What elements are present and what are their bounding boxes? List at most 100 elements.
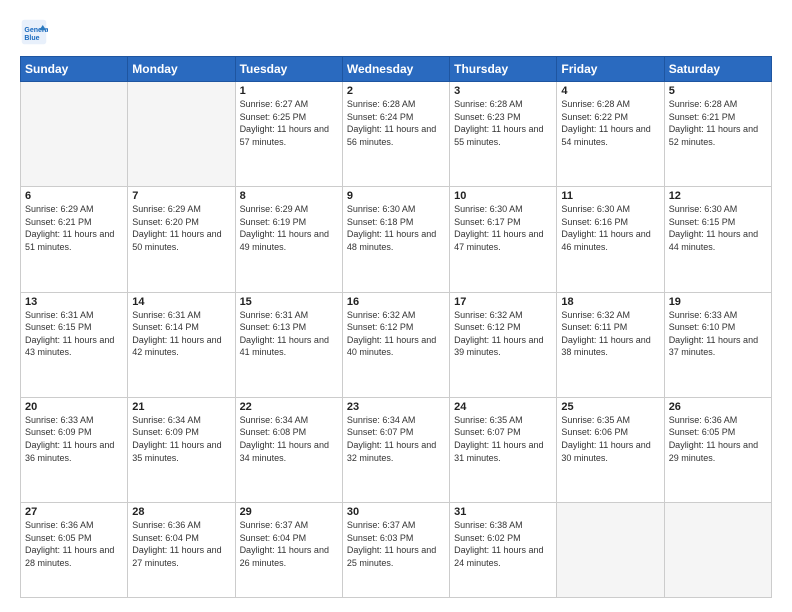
day-info: Sunrise: 6:28 AM Sunset: 6:21 PM Dayligh…	[669, 98, 767, 148]
weekday-header-sunday: Sunday	[21, 57, 128, 82]
calendar-week-row: 27Sunrise: 6:36 AM Sunset: 6:05 PM Dayli…	[21, 503, 772, 598]
calendar-cell: 7Sunrise: 6:29 AM Sunset: 6:20 PM Daylig…	[128, 187, 235, 292]
day-number: 12	[669, 190, 767, 202]
day-number: 28	[132, 506, 230, 518]
day-number: 26	[669, 401, 767, 413]
weekday-header-thursday: Thursday	[450, 57, 557, 82]
calendar-cell: 22Sunrise: 6:34 AM Sunset: 6:08 PM Dayli…	[235, 397, 342, 502]
day-info: Sunrise: 6:32 AM Sunset: 6:12 PM Dayligh…	[347, 309, 445, 359]
calendar-cell	[664, 503, 771, 598]
day-info: Sunrise: 6:35 AM Sunset: 6:06 PM Dayligh…	[561, 414, 659, 464]
day-number: 21	[132, 401, 230, 413]
day-info: Sunrise: 6:36 AM Sunset: 6:04 PM Dayligh…	[132, 519, 230, 569]
day-number: 17	[454, 296, 552, 308]
calendar-cell: 9Sunrise: 6:30 AM Sunset: 6:18 PM Daylig…	[342, 187, 449, 292]
day-info: Sunrise: 6:28 AM Sunset: 6:24 PM Dayligh…	[347, 98, 445, 148]
calendar-cell: 10Sunrise: 6:30 AM Sunset: 6:17 PM Dayli…	[450, 187, 557, 292]
day-info: Sunrise: 6:38 AM Sunset: 6:02 PM Dayligh…	[454, 519, 552, 569]
calendar-cell: 1Sunrise: 6:27 AM Sunset: 6:25 PM Daylig…	[235, 82, 342, 187]
calendar-cell: 30Sunrise: 6:37 AM Sunset: 6:03 PM Dayli…	[342, 503, 449, 598]
calendar-cell: 23Sunrise: 6:34 AM Sunset: 6:07 PM Dayli…	[342, 397, 449, 502]
day-number: 24	[454, 401, 552, 413]
day-number: 13	[25, 296, 123, 308]
day-number: 22	[240, 401, 338, 413]
day-info: Sunrise: 6:36 AM Sunset: 6:05 PM Dayligh…	[25, 519, 123, 569]
day-number: 6	[25, 190, 123, 202]
day-number: 3	[454, 85, 552, 97]
day-number: 11	[561, 190, 659, 202]
weekday-header-row: SundayMondayTuesdayWednesdayThursdayFrid…	[21, 57, 772, 82]
calendar-table: SundayMondayTuesdayWednesdayThursdayFrid…	[20, 56, 772, 598]
day-number: 18	[561, 296, 659, 308]
day-info: Sunrise: 6:29 AM Sunset: 6:20 PM Dayligh…	[132, 203, 230, 253]
day-info: Sunrise: 6:36 AM Sunset: 6:05 PM Dayligh…	[669, 414, 767, 464]
weekday-header-tuesday: Tuesday	[235, 57, 342, 82]
day-info: Sunrise: 6:30 AM Sunset: 6:17 PM Dayligh…	[454, 203, 552, 253]
day-info: Sunrise: 6:27 AM Sunset: 6:25 PM Dayligh…	[240, 98, 338, 148]
calendar-cell: 28Sunrise: 6:36 AM Sunset: 6:04 PM Dayli…	[128, 503, 235, 598]
day-number: 20	[25, 401, 123, 413]
day-number: 30	[347, 506, 445, 518]
calendar-cell: 27Sunrise: 6:36 AM Sunset: 6:05 PM Dayli…	[21, 503, 128, 598]
calendar-cell	[128, 82, 235, 187]
calendar-week-row: 20Sunrise: 6:33 AM Sunset: 6:09 PM Dayli…	[21, 397, 772, 502]
day-number: 9	[347, 190, 445, 202]
day-info: Sunrise: 6:30 AM Sunset: 6:18 PM Dayligh…	[347, 203, 445, 253]
calendar-cell	[557, 503, 664, 598]
calendar-week-row: 13Sunrise: 6:31 AM Sunset: 6:15 PM Dayli…	[21, 292, 772, 397]
calendar-week-row: 6Sunrise: 6:29 AM Sunset: 6:21 PM Daylig…	[21, 187, 772, 292]
day-info: Sunrise: 6:28 AM Sunset: 6:23 PM Dayligh…	[454, 98, 552, 148]
calendar-cell: 6Sunrise: 6:29 AM Sunset: 6:21 PM Daylig…	[21, 187, 128, 292]
calendar-cell: 5Sunrise: 6:28 AM Sunset: 6:21 PM Daylig…	[664, 82, 771, 187]
day-info: Sunrise: 6:34 AM Sunset: 6:08 PM Dayligh…	[240, 414, 338, 464]
day-number: 31	[454, 506, 552, 518]
calendar-cell	[21, 82, 128, 187]
day-number: 29	[240, 506, 338, 518]
calendar-cell: 2Sunrise: 6:28 AM Sunset: 6:24 PM Daylig…	[342, 82, 449, 187]
day-info: Sunrise: 6:37 AM Sunset: 6:04 PM Dayligh…	[240, 519, 338, 569]
header: General Blue	[20, 18, 772, 46]
calendar-cell: 8Sunrise: 6:29 AM Sunset: 6:19 PM Daylig…	[235, 187, 342, 292]
calendar-cell: 19Sunrise: 6:33 AM Sunset: 6:10 PM Dayli…	[664, 292, 771, 397]
day-number: 15	[240, 296, 338, 308]
calendar-cell: 16Sunrise: 6:32 AM Sunset: 6:12 PM Dayli…	[342, 292, 449, 397]
calendar-cell: 3Sunrise: 6:28 AM Sunset: 6:23 PM Daylig…	[450, 82, 557, 187]
calendar-cell: 24Sunrise: 6:35 AM Sunset: 6:07 PM Dayli…	[450, 397, 557, 502]
day-number: 5	[669, 85, 767, 97]
day-number: 16	[347, 296, 445, 308]
day-info: Sunrise: 6:35 AM Sunset: 6:07 PM Dayligh…	[454, 414, 552, 464]
day-info: Sunrise: 6:32 AM Sunset: 6:12 PM Dayligh…	[454, 309, 552, 359]
calendar-cell: 31Sunrise: 6:38 AM Sunset: 6:02 PM Dayli…	[450, 503, 557, 598]
day-info: Sunrise: 6:37 AM Sunset: 6:03 PM Dayligh…	[347, 519, 445, 569]
svg-text:Blue: Blue	[24, 35, 39, 42]
weekday-header-monday: Monday	[128, 57, 235, 82]
page: General Blue SundayMondayTuesdayWednesda…	[0, 0, 792, 612]
day-number: 25	[561, 401, 659, 413]
calendar-cell: 14Sunrise: 6:31 AM Sunset: 6:14 PM Dayli…	[128, 292, 235, 397]
calendar-week-row: 1Sunrise: 6:27 AM Sunset: 6:25 PM Daylig…	[21, 82, 772, 187]
weekday-header-friday: Friday	[557, 57, 664, 82]
day-number: 4	[561, 85, 659, 97]
weekday-header-wednesday: Wednesday	[342, 57, 449, 82]
day-info: Sunrise: 6:34 AM Sunset: 6:09 PM Dayligh…	[132, 414, 230, 464]
calendar-cell: 29Sunrise: 6:37 AM Sunset: 6:04 PM Dayli…	[235, 503, 342, 598]
day-info: Sunrise: 6:31 AM Sunset: 6:15 PM Dayligh…	[25, 309, 123, 359]
calendar-cell: 12Sunrise: 6:30 AM Sunset: 6:15 PM Dayli…	[664, 187, 771, 292]
day-info: Sunrise: 6:33 AM Sunset: 6:10 PM Dayligh…	[669, 309, 767, 359]
calendar-cell: 20Sunrise: 6:33 AM Sunset: 6:09 PM Dayli…	[21, 397, 128, 502]
calendar-cell: 13Sunrise: 6:31 AM Sunset: 6:15 PM Dayli…	[21, 292, 128, 397]
calendar-cell: 4Sunrise: 6:28 AM Sunset: 6:22 PM Daylig…	[557, 82, 664, 187]
day-info: Sunrise: 6:32 AM Sunset: 6:11 PM Dayligh…	[561, 309, 659, 359]
day-number: 1	[240, 85, 338, 97]
day-number: 8	[240, 190, 338, 202]
day-number: 23	[347, 401, 445, 413]
calendar-cell: 15Sunrise: 6:31 AM Sunset: 6:13 PM Dayli…	[235, 292, 342, 397]
day-info: Sunrise: 6:30 AM Sunset: 6:16 PM Dayligh…	[561, 203, 659, 253]
day-number: 19	[669, 296, 767, 308]
logo-icon: General Blue	[20, 18, 48, 46]
day-number: 14	[132, 296, 230, 308]
day-info: Sunrise: 6:29 AM Sunset: 6:21 PM Dayligh…	[25, 203, 123, 253]
calendar-cell: 21Sunrise: 6:34 AM Sunset: 6:09 PM Dayli…	[128, 397, 235, 502]
calendar-cell: 17Sunrise: 6:32 AM Sunset: 6:12 PM Dayli…	[450, 292, 557, 397]
day-info: Sunrise: 6:33 AM Sunset: 6:09 PM Dayligh…	[25, 414, 123, 464]
